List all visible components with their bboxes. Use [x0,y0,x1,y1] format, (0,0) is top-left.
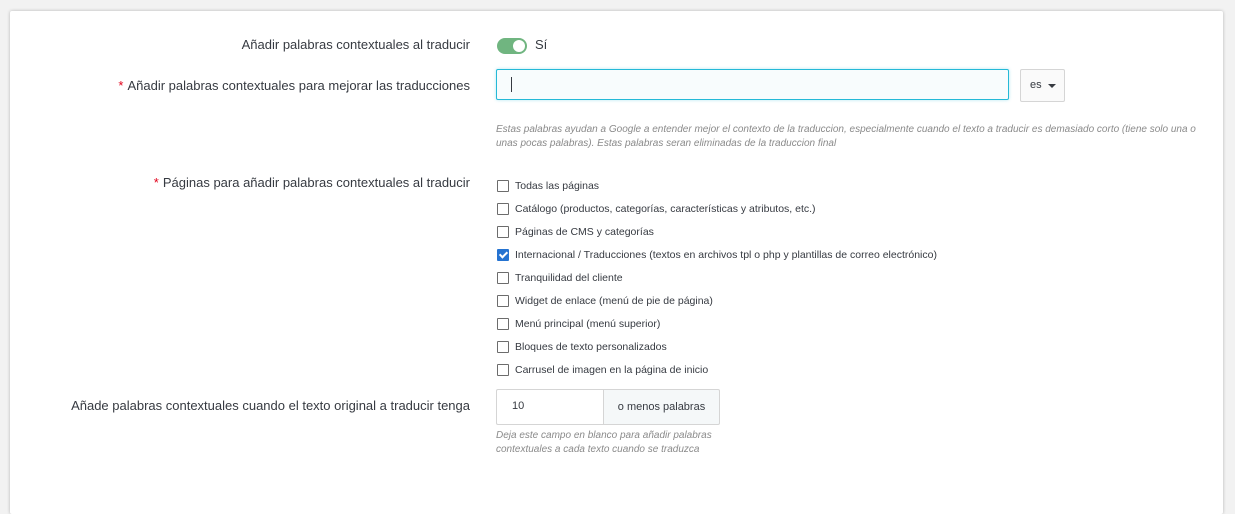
required-mark: * [153,175,159,190]
min-words-suffix: o menos palabras [603,389,720,425]
page-option-checkbox[interactable] [497,179,509,192]
context-toggle-switch[interactable] [497,38,527,54]
page-option[interactable]: Tranquilidad del cliente [497,266,937,289]
page-option-checkbox[interactable] [497,363,509,376]
min-words-value: 10 [512,400,525,412]
page-option-checkbox[interactable] [497,294,509,307]
context-toggle-label: Añadir palabras contextuales al traducir [241,37,470,52]
page-option[interactable]: Internacional / Traducciones (textos en … [497,243,937,266]
required-mark: * [118,78,124,93]
page-option[interactable]: Todas las páginas [497,174,937,197]
context-words-label: * Añadir palabras contextuales para mejor… [118,78,470,93]
min-words-help: Deja este campo en blanco para añadir pa… [496,430,712,455]
language-dropdown[interactable]: es [1020,69,1065,102]
page-option[interactable]: Widget de enlace (menú de pie de página) [497,289,937,312]
min-words-input[interactable]: 10 [496,389,603,425]
page-option[interactable]: Menú principal (menú superior) [497,312,937,335]
context-words-help: Estas palabras ayudan a Google a entende… [496,124,1196,149]
page-option-label: Bloques de texto personalizados [515,340,667,353]
toggle-knob [513,40,525,52]
page-option-checkbox[interactable] [497,225,509,238]
page-option[interactable]: Bloques de texto personalizados [497,335,937,358]
page-option-checkbox[interactable] [497,248,509,261]
page-option-label: Menú principal (menú superior) [515,317,661,330]
page-option-checkbox[interactable] [497,340,509,353]
page-option-label: Widget de enlace (menú de pie de página) [515,294,713,307]
page-option[interactable]: Catálogo (productos, categorías, caracte… [497,197,937,220]
toggle-state-text: Sí [535,37,548,52]
page-option[interactable]: Carrusel de imagen en la página de inici… [497,358,937,381]
pages-label: * Páginas para añadir palabras contextual… [153,175,470,190]
page-option[interactable]: Páginas de CMS y categorías [497,220,937,243]
page-option-label: Catálogo (productos, categorías, caracte… [515,202,816,215]
page-option-label: Carrusel de imagen en la página de inici… [515,363,709,376]
caret-down-icon [1048,84,1056,88]
page-option-checkbox[interactable] [497,317,509,330]
text-cursor [511,77,512,92]
language-code: es [1030,79,1042,91]
page-option-label: Todas las páginas [515,179,600,192]
settings-panel: Añadir palabras contextuales al traducir… [10,11,1223,514]
page-option-label: Páginas de CMS y categorías [515,225,654,238]
page-option-checkbox[interactable] [497,271,509,284]
page-option-label: Internacional / Traducciones (textos en … [515,248,937,261]
page-option-checkbox[interactable] [497,202,509,215]
pages-checkbox-list: Todas las páginas Catálogo (productos, ca… [497,174,937,381]
min-words-label: Añade palabras contextuales cuando el te… [71,398,470,413]
context-words-input[interactable] [496,69,1009,100]
page-option-label: Tranquilidad del cliente [515,271,623,284]
